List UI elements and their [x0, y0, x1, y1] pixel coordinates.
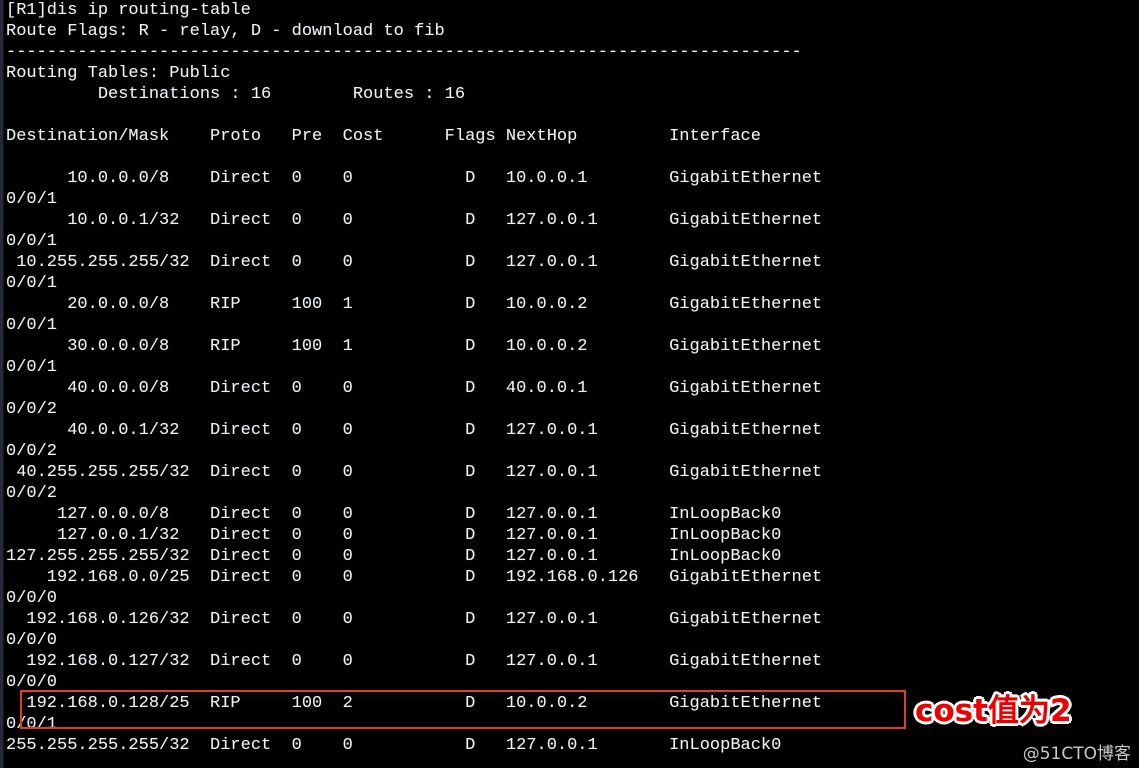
console-line: 40.255.255.255/32 Direct 0 0 D 127.0.0.1… — [6, 463, 823, 482]
console-line: Routing Tables: Public — [6, 64, 231, 83]
console-line: 0/0/2 — [6, 400, 58, 419]
console-line: 0/0/0 — [6, 673, 58, 692]
console-line: 10.255.255.255/32 Direct 0 0 D 127.0.0.1… — [6, 253, 823, 272]
console-line: 127.0.0.1/32 Direct 0 0 D 127.0.0.1 InLo… — [6, 526, 782, 545]
console-line: [R1]dis ip routing-table — [6, 1, 251, 20]
console-line: 192.168.0.126/32 Direct 0 0 D 127.0.0.1 … — [6, 610, 823, 629]
console-line: 10.0.0.0/8 Direct 0 0 D 10.0.0.1 Gigabit… — [6, 169, 823, 188]
terminal-window[interactable]: [R1]dis ip routing-table Route Flags: R -… — [0, 0, 1139, 768]
console-line: 0/0/2 — [6, 442, 58, 461]
console-line: 0/0/1 — [6, 274, 58, 293]
console-line: 0/0/1 — [6, 358, 58, 377]
console-line: Route Flags: R - relay, D - download to … — [6, 22, 445, 41]
window-left-edge — [0, 0, 4, 768]
watermark-label: @51CTO博客 — [1022, 744, 1131, 764]
console-line: Destinations : 16 Routes : 16 — [6, 85, 466, 104]
console-line: 127.0.0.0/8 Direct 0 0 D 127.0.0.1 InLoo… — [6, 505, 782, 524]
console-line: 20.0.0.0/8 RIP 100 1 D 10.0.0.2 GigabitE… — [6, 295, 823, 314]
console-line: Destination/Mask Proto Pre Cost Flags Ne… — [6, 127, 761, 146]
console-line: 40.0.0.0/8 Direct 0 0 D 40.0.0.1 Gigabit… — [6, 379, 823, 398]
cost-annotation-label: cost值为2 — [913, 692, 1074, 730]
console-line: 10.0.0.1/32 Direct 0 0 D 127.0.0.1 Gigab… — [6, 211, 823, 230]
console-line: 0/0/1 — [6, 190, 58, 209]
console-line: 192.168.0.0/25 Direct 0 0 D 192.168.0.12… — [6, 568, 823, 587]
console-line: 0/0/1 — [6, 316, 58, 335]
console-line: 30.0.0.0/8 RIP 100 1 D 10.0.0.2 GigabitE… — [6, 337, 823, 356]
console-line: ----------------------------------------… — [6, 43, 802, 62]
console-output: [R1]dis ip routing-table Route Flags: R -… — [6, 0, 1131, 756]
console-line: 192.168.0.127/32 Direct 0 0 D 127.0.0.1 … — [6, 652, 823, 671]
console-line: 0/0/1 — [6, 232, 58, 251]
console-line: 0/0/0 — [6, 589, 58, 608]
console-line: 127.255.255.255/32 Direct 0 0 D 127.0.0.… — [6, 547, 782, 566]
console-line: 255.255.255.255/32 Direct 0 0 D 127.0.0.… — [6, 736, 782, 755]
console-line: 40.0.0.1/32 Direct 0 0 D 127.0.0.1 Gigab… — [6, 421, 823, 440]
console-line: 0/0/0 — [6, 631, 58, 650]
console-line: 0/0/2 — [6, 484, 58, 503]
